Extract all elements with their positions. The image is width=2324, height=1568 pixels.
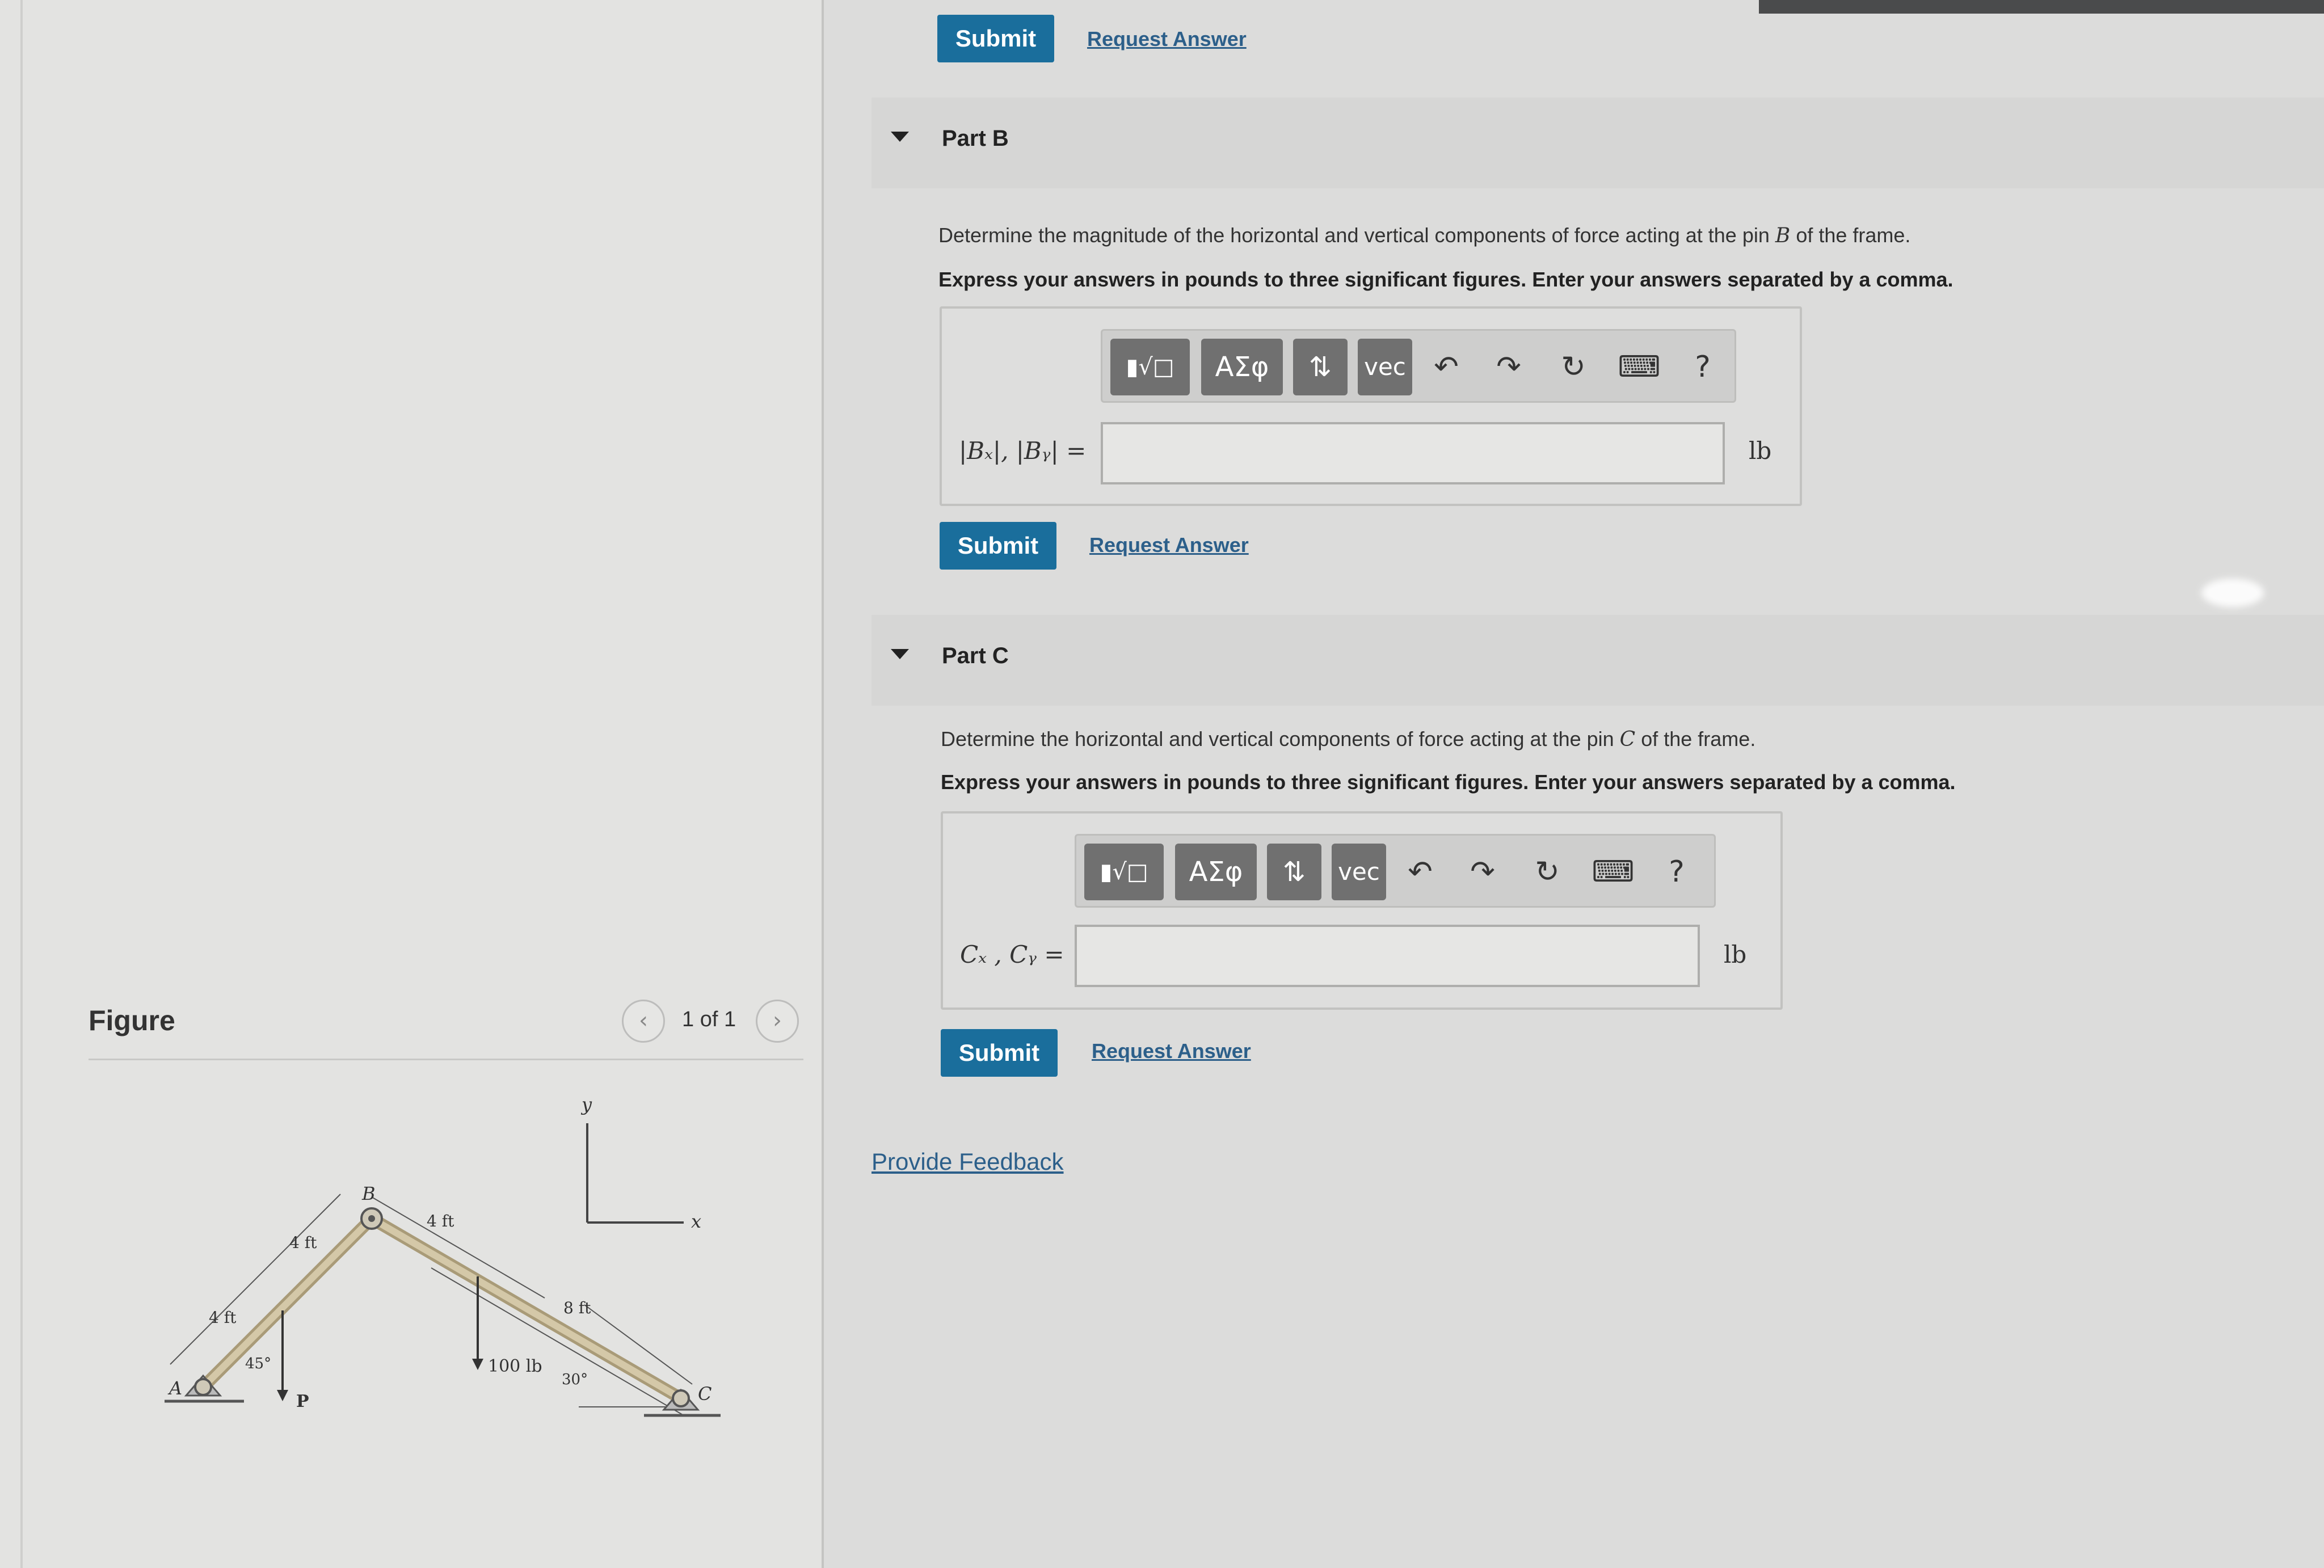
part-c-question-text: Determine the horizontal and vertical co… (941, 727, 1620, 751)
caret-down-icon (891, 132, 909, 142)
templates-button[interactable]: ▮√□ (1110, 339, 1190, 395)
coordinate-axes: y x (580, 1094, 701, 1232)
keyboard-icon[interactable]: ⌨ (1616, 339, 1662, 395)
part-c-question: Determine the horizontal and vertical co… (941, 727, 1755, 751)
greek-symbols-button[interactable]: ΑΣφ (1175, 844, 1257, 900)
support-A: A (165, 1374, 244, 1403)
part-b-header[interactable]: Part B (872, 98, 2324, 188)
figure-panel: Figure ‹ 1 of 1 › y x P 100 lb B A C 4 f… (0, 0, 824, 1568)
load-100lb-label: 100 lb (488, 1356, 542, 1376)
part-c-question-var: C (1619, 728, 1636, 751)
chevron-right-icon: › (773, 1008, 782, 1034)
load-P: P (277, 1310, 309, 1411)
part-b-answer-label: |Bₓ|, |Bᵧ| = (959, 437, 1087, 465)
keyboard-icon[interactable]: ⌨ (1590, 844, 1636, 900)
pin-B-label: B (361, 1183, 376, 1204)
reset-icon[interactable]: ↻ (1551, 339, 1596, 395)
part-b-question: Determine the magnitude of the horizonta… (938, 224, 1910, 247)
part-c-answer-input[interactable] (1075, 925, 1700, 987)
part-b-question-text: Determine the magnitude of the horizonta… (938, 224, 1775, 247)
redo-icon[interactable]: ↷ (1486, 339, 1531, 395)
part-b-question-suffix: of the frame. (1790, 224, 1911, 247)
screen-glare (2201, 579, 2264, 607)
support-C-label: C (698, 1383, 711, 1405)
help-icon[interactable]: ? (1654, 844, 1699, 900)
redo-icon[interactable]: ↷ (1460, 844, 1505, 900)
part-a-submit-button[interactable]: Submit (937, 15, 1054, 62)
part-c-request-answer-link[interactable]: Request Answer (1092, 1039, 1251, 1063)
part-c-instruction: Express your answers in pounds to three … (941, 770, 1956, 794)
load-P-label: P (296, 1392, 309, 1411)
part-b-answer-input[interactable] (1101, 422, 1725, 484)
angle-30: 30° (562, 1371, 588, 1388)
part-b-title: Part B (942, 126, 1009, 151)
angle-45: 45° (245, 1355, 271, 1372)
vector-button[interactable]: vec (1332, 844, 1386, 900)
part-c-title: Part C (942, 643, 1009, 668)
question-panel: Submit Request Answer Part B Determine t… (826, 0, 2324, 1568)
part-b-submit-button[interactable]: Submit (940, 522, 1056, 570)
x-axis-label: x (691, 1211, 701, 1232)
dim-4ft-lower: 4 ft (209, 1308, 237, 1327)
figure-header: Figure ‹ 1 of 1 › (89, 1000, 803, 1061)
part-c-submit-button[interactable]: Submit (941, 1029, 1058, 1077)
part-c-math-toolbar: ▮√□ ΑΣφ ⇅ vec ↶ ↷ ↻ ⌨ ? (1075, 834, 1716, 908)
part-b-unit: lb (1749, 437, 1772, 465)
figure-title: Figure (89, 1005, 175, 1036)
greek-symbols-button[interactable]: ΑΣφ (1201, 339, 1283, 395)
figure-page-count: 1 of 1 (682, 1008, 736, 1031)
prev-figure-button[interactable]: ‹ (622, 1000, 665, 1043)
part-b-request-answer-link[interactable]: Request Answer (1089, 533, 1249, 557)
part-c-unit: lb (1724, 941, 1747, 968)
support-A-label: A (167, 1377, 182, 1399)
dim-4ft-upper: 4 ft (289, 1233, 317, 1252)
reset-icon[interactable]: ↻ (1525, 844, 1570, 900)
provide-feedback-link[interactable]: Provide Feedback (872, 1148, 1064, 1175)
templates-button[interactable]: ▮√□ (1084, 844, 1164, 900)
dim-8ft: 8 ft (563, 1299, 591, 1317)
part-b-math-toolbar: ▮√□ ΑΣφ ⇅ vec ↶ ↷ ↻ ⌨ ? (1101, 329, 1736, 403)
part-b-question-var: B (1775, 224, 1791, 247)
subscript-button[interactable]: ⇅ (1293, 339, 1348, 395)
part-c-answer-label: Cₓ , Cᵧ = (960, 941, 1064, 968)
figure-divider (89, 1059, 803, 1060)
undo-icon[interactable]: ↶ (1424, 339, 1469, 395)
part-c-question-suffix: of the frame. (1635, 727, 1756, 751)
undo-icon[interactable]: ↶ (1397, 844, 1443, 900)
part-c-header[interactable]: Part C (872, 615, 2324, 706)
pin-B: B (360, 1183, 383, 1230)
caret-down-icon (891, 649, 909, 659)
help-icon[interactable]: ? (1680, 339, 1725, 395)
frame-diagram: y x P 100 lb B A C 4 ft 4 ft 4 ft 8 ft 4… (165, 1094, 721, 1417)
part-b-instruction: Express your answers in pounds to three … (938, 268, 1953, 291)
panel-edge (20, 0, 23, 1568)
part-b-answer-box: ▮√□ ΑΣφ ⇅ vec ↶ ↷ ↻ ⌨ ? |Bₓ|, |Bᵧ| = lb (940, 306, 1802, 506)
part-c-answer-box: ▮√□ ΑΣφ ⇅ vec ↶ ↷ ↻ ⌨ ? Cₓ , Cᵧ = lb (941, 811, 1783, 1010)
y-axis-label: y (580, 1094, 592, 1115)
part-a-request-answer-link[interactable]: Request Answer (1087, 27, 1247, 51)
chevron-left-icon: ‹ (639, 1008, 648, 1034)
next-figure-button[interactable]: › (756, 1000, 799, 1043)
subscript-button[interactable]: ⇅ (1267, 844, 1321, 900)
vector-button[interactable]: vec (1358, 339, 1412, 395)
dim-4ft-right: 4 ft (427, 1212, 454, 1230)
